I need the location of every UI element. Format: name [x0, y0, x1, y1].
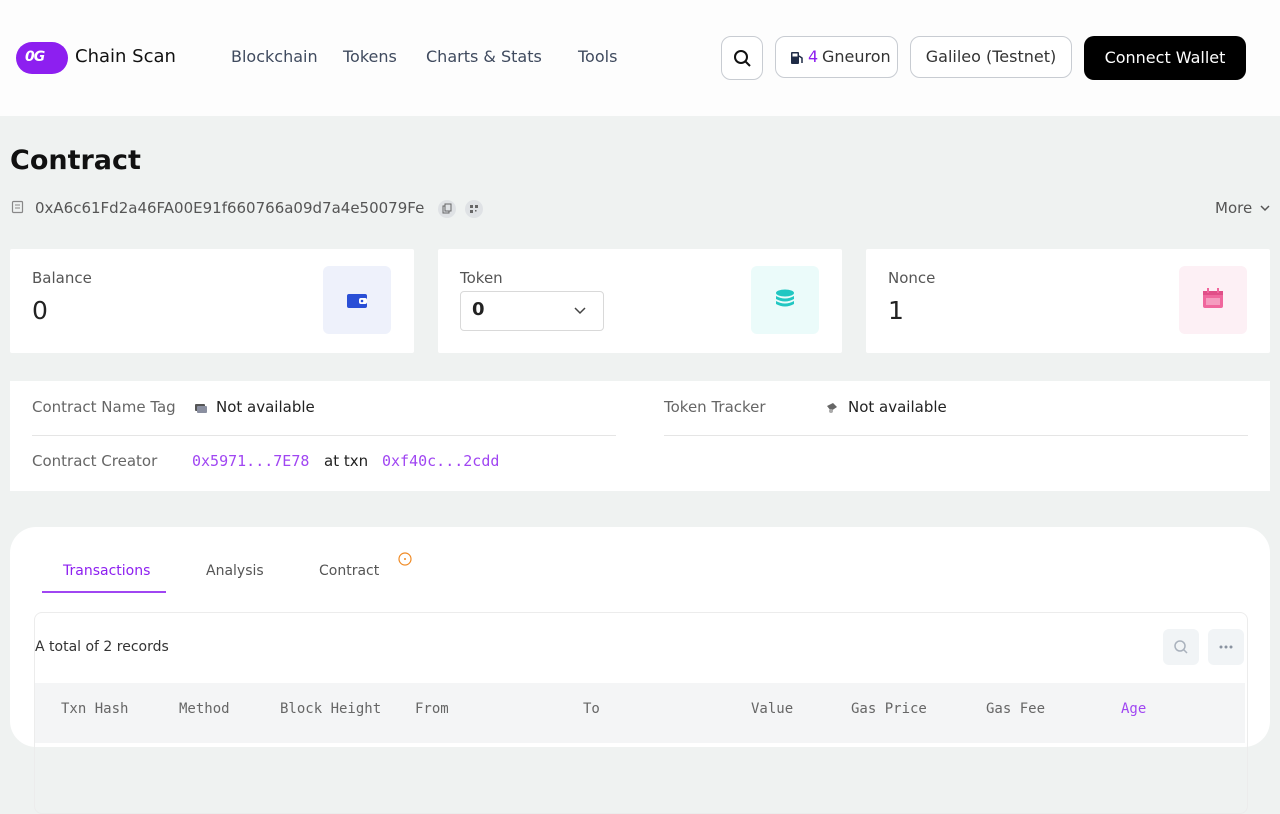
- nav-blockchain[interactable]: Blockchain: [231, 47, 318, 66]
- wallet-icon: [323, 266, 391, 334]
- token-selected: 0: [472, 299, 485, 320]
- col-txn-hash: Txn Hash: [61, 701, 129, 717]
- name-tag-value: Not available: [216, 398, 315, 416]
- gas-value: 4: [808, 47, 819, 66]
- gas-price-pill[interactable]: 4 Gneuron: [775, 36, 898, 78]
- col-gas-price: Gas Price: [851, 701, 927, 717]
- col-age[interactable]: Age: [1121, 701, 1146, 717]
- chevron-down-icon: [574, 307, 586, 315]
- col-block-height: Block Height: [280, 701, 382, 717]
- tab-transactions[interactable]: Transactions: [63, 563, 150, 579]
- tabs-panel: Transactions Analysis Contract A total o…: [10, 527, 1270, 814]
- col-gas-fee: Gas Fee: [986, 701, 1046, 717]
- nav-charts-stats[interactable]: Charts & Stats: [426, 47, 542, 66]
- header: 0G Chain Scan Blockchain Tokens Charts &…: [0, 0, 1280, 116]
- col-to: To: [583, 701, 600, 717]
- token-select[interactable]: 0: [460, 291, 604, 331]
- token-card: Token 0: [438, 249, 842, 353]
- nonce-label: Nonce: [888, 269, 936, 287]
- more-horizontal-icon: [1219, 645, 1233, 649]
- search-icon: [734, 50, 751, 67]
- brand-name[interactable]: Chain Scan: [75, 46, 176, 67]
- contract-address: 0xA6c61Fd2a46FA00E91f660766a09d7a4e50079…: [35, 199, 425, 217]
- tab-contract[interactable]: Contract: [319, 563, 379, 579]
- nonce-value: 1: [888, 296, 904, 325]
- token-tracker-label: Token Tracker: [664, 398, 766, 416]
- network-selector[interactable]: Galileo (Testnet): [910, 36, 1072, 78]
- records-count: A total of 2 records: [35, 639, 169, 655]
- contract-info-panel: Contract Name Tag Not available Token Tr…: [10, 381, 1270, 491]
- tab-analysis[interactable]: Analysis: [206, 563, 264, 579]
- table-search-button[interactable]: [1163, 629, 1199, 665]
- logo-text: 0G: [25, 49, 45, 65]
- coins-icon: [751, 266, 819, 334]
- connect-wallet-button[interactable]: Connect Wallet: [1084, 36, 1246, 80]
- more-dropdown[interactable]: More: [1215, 199, 1271, 217]
- page-title: Contract: [10, 145, 141, 176]
- at-txn-text: at txn: [324, 452, 369, 470]
- col-method: Method: [179, 701, 230, 717]
- balance-label: Balance: [32, 269, 92, 287]
- transactions-table: A total of 2 records Txn Hash Method Blo…: [34, 612, 1248, 814]
- alert-icon: [398, 552, 412, 566]
- table-header: Txn Hash Method Block Height From To Val…: [35, 683, 1245, 743]
- gas-pump-icon: [791, 52, 803, 64]
- token-tracker-value: Not available: [848, 398, 947, 416]
- logo[interactable]: 0G: [16, 42, 68, 74]
- search-button[interactable]: [721, 36, 763, 80]
- name-tag-label: Contract Name Tag: [32, 398, 176, 416]
- more-label: More: [1215, 199, 1253, 217]
- col-value: Value: [751, 701, 794, 717]
- token-label: Token: [460, 269, 503, 287]
- copy-icon[interactable]: [438, 200, 456, 218]
- nav-tools[interactable]: Tools: [578, 47, 617, 66]
- token-tracker-icon: [827, 403, 837, 413]
- tag-icon: [195, 404, 207, 413]
- creator-address-link[interactable]: 0x5971...7E78: [192, 452, 309, 470]
- search-icon: [1174, 640, 1188, 654]
- contract-creator-label: Contract Creator: [32, 452, 158, 470]
- active-tab-indicator: [42, 591, 166, 593]
- balance-value: 0: [32, 296, 48, 325]
- contract-doc-icon: [11, 200, 24, 214]
- chevron-down-icon: [1260, 205, 1270, 212]
- nav-tokens[interactable]: Tokens: [343, 47, 397, 66]
- calendar-icon: [1179, 266, 1247, 334]
- gas-unit: Gneuron: [822, 47, 891, 66]
- table-more-button[interactable]: [1208, 629, 1244, 665]
- creator-txn-link[interactable]: 0xf40c...2cdd: [382, 452, 499, 470]
- divider: [664, 435, 1248, 436]
- balance-card: Balance 0: [10, 249, 414, 353]
- nonce-card: Nonce 1: [866, 249, 1270, 353]
- col-from: From: [415, 701, 449, 717]
- qr-code-icon[interactable]: [465, 200, 483, 218]
- divider: [32, 435, 616, 436]
